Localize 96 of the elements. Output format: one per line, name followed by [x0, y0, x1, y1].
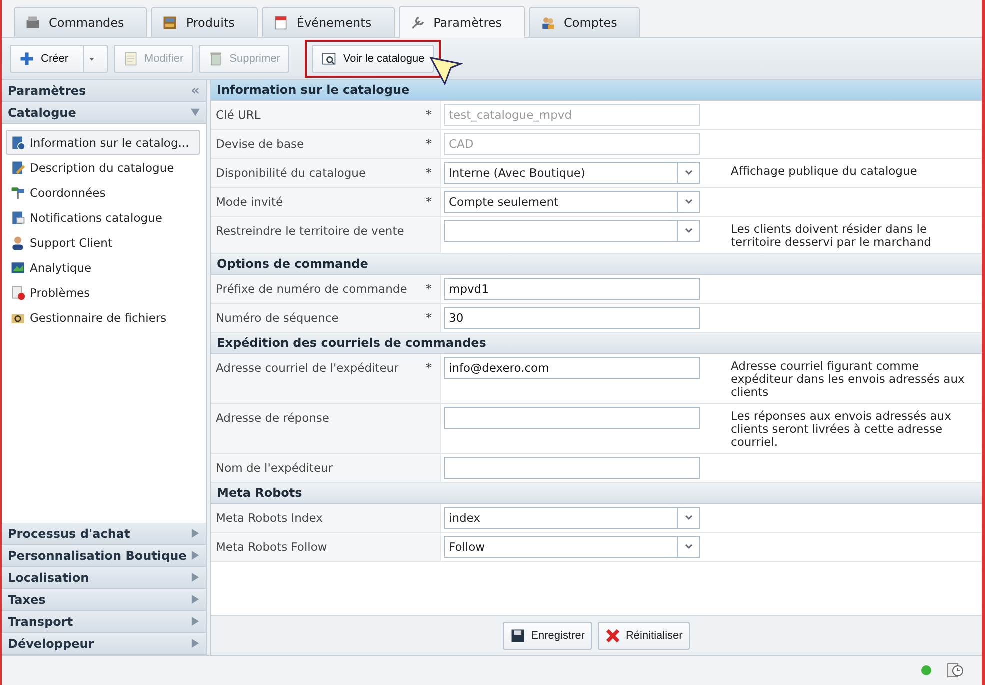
plus-icon [19, 50, 35, 66]
input-field[interactable]: 30 [444, 307, 700, 329]
sidebar-section[interactable]: Localisation [2, 567, 206, 589]
select-field[interactable]: Interne (Avec Boutique) [444, 162, 700, 184]
select-field[interactable]: Compte seulement [444, 191, 700, 213]
required-mark: * [426, 166, 432, 182]
field-label: Préfixe de numéro de commande [216, 282, 408, 298]
select-field[interactable]: Follow [444, 536, 700, 558]
signpost-icon [10, 184, 26, 200]
help-text: Adresse courriel figurant comme expéditeur dans les envois adressés aux clients [731, 358, 966, 401]
field-label: Adresse courriel de l'expéditeur [216, 361, 399, 377]
section-label: Développeur [8, 636, 94, 650]
section-header: Information sur le catalogue [211, 80, 982, 101]
clock-document-icon[interactable] [946, 662, 964, 680]
cross-icon [604, 628, 621, 644]
expand-arrow-icon[interactable] [191, 639, 200, 648]
sidebar-item[interactable]: Coordonnées [6, 180, 200, 205]
required-mark: * [426, 108, 432, 124]
trash-icon [208, 50, 224, 66]
input-field[interactable]: info@dexero.com [444, 357, 700, 379]
section-label: Catalogue [8, 106, 76, 120]
sidebar-title: Paramètres [8, 84, 86, 98]
section-label: Localisation [8, 570, 90, 584]
sidebar-item[interactable]: Analytique [6, 255, 200, 280]
section-header: Meta Robots [211, 483, 982, 504]
required-mark: * [426, 311, 432, 327]
create-split-button[interactable]: Créer [10, 44, 108, 72]
mail-book-icon [10, 210, 26, 226]
input-field[interactable] [444, 457, 700, 479]
field-label: Nom de l'expéditeur [216, 461, 334, 477]
footer-button[interactable]: Réinitialiser [598, 622, 690, 650]
field-label: Devise de base [216, 137, 304, 153]
shelf-icon [162, 14, 178, 30]
sidebar-item[interactable]: Gestionnaire de fichiers [6, 305, 200, 330]
section-label: Taxes [8, 592, 46, 606]
expand-arrow-icon[interactable] [191, 573, 200, 582]
wrench-icon [410, 14, 426, 30]
callout-arrow-icon [429, 56, 464, 86]
cash-register-icon [25, 14, 41, 30]
error-document-icon [10, 284, 26, 300]
required-mark: * [426, 361, 432, 377]
section-label: Personnalisation Boutique [8, 548, 187, 562]
section-header: Expédition des courriels de commandes [211, 333, 982, 354]
help-text: Les réponses aux envois adressés aux clients seront livrées à cette adresse courriel. [731, 408, 952, 451]
select-field[interactable] [444, 220, 700, 242]
save-icon [510, 628, 526, 644]
info-book-icon [10, 134, 26, 150]
section-label: Processus d'achat [8, 526, 130, 540]
expand-arrow-icon[interactable] [191, 551, 200, 560]
select-field[interactable]: index [444, 507, 700, 529]
tab[interactable]: Commandes [14, 7, 148, 37]
field-label: Mode invité [216, 195, 284, 211]
required-mark: * [426, 282, 432, 298]
section-header: Options de commande [211, 254, 982, 275]
calendar-icon [272, 14, 289, 30]
sidebar-item[interactable]: Information sur le catalog... [6, 130, 200, 155]
expand-arrow-icon[interactable] [191, 595, 200, 604]
field-label: Clé URL [216, 108, 261, 124]
expand-arrow-icon[interactable] [191, 529, 200, 538]
sidebar-section[interactable]: Personnalisation Boutique [2, 545, 206, 567]
tab[interactable]: Comptes [529, 7, 640, 37]
chart-icon [10, 260, 26, 276]
sidebar-item[interactable]: Notifications catalogue [6, 205, 200, 230]
input-field[interactable] [444, 407, 700, 429]
sidebar-section[interactable]: Transport [2, 611, 206, 633]
toolbar-button[interactable]: Voir le catalogue [312, 44, 434, 72]
sidebar-item[interactable]: Description du catalogue [6, 155, 200, 180]
collapse-arrow-icon[interactable] [191, 108, 200, 117]
field-label: Meta Robots Index [216, 511, 323, 527]
help-text: Les clients doivent résider dans le territoire desservi par le marchand [731, 221, 932, 251]
tab[interactable]: Produits [151, 7, 258, 37]
sidebar-section[interactable]: Catalogue [2, 102, 206, 124]
notepad-icon [122, 50, 139, 66]
required-mark: * [426, 195, 432, 211]
input-field[interactable]: mpvd1 [444, 278, 700, 300]
tab[interactable]: Événements [262, 7, 395, 37]
footer-button[interactable]: Enregistrer [503, 622, 592, 650]
sidebar-section[interactable]: Taxes [2, 589, 206, 611]
section-label: Transport [8, 614, 74, 628]
field-label: Meta Robots Follow [216, 540, 328, 556]
required-mark: * [426, 137, 432, 153]
users-icon [540, 14, 556, 30]
sidebar-item[interactable]: Problèmes [6, 280, 200, 305]
sidebar-section[interactable]: Processus d'achat [2, 523, 206, 545]
tab[interactable]: Paramètres [398, 6, 525, 38]
magnifier-icon [321, 50, 338, 66]
edit-book-icon [10, 160, 26, 176]
field-label: Disponibilité du catalogue [216, 166, 366, 182]
field-label: Adresse de réponse [216, 411, 330, 427]
help-text: Affichage publique du catalogue [731, 163, 918, 180]
expand-arrow-icon[interactable] [191, 617, 200, 626]
sidebar-section[interactable]: Développeur [2, 633, 206, 655]
sidebar-item[interactable]: Support Client [6, 230, 200, 255]
field-label: Restreindre le territoire de vente [216, 224, 404, 240]
headset-person-icon [10, 234, 26, 250]
field-label: Numéro de séquence [216, 311, 339, 327]
